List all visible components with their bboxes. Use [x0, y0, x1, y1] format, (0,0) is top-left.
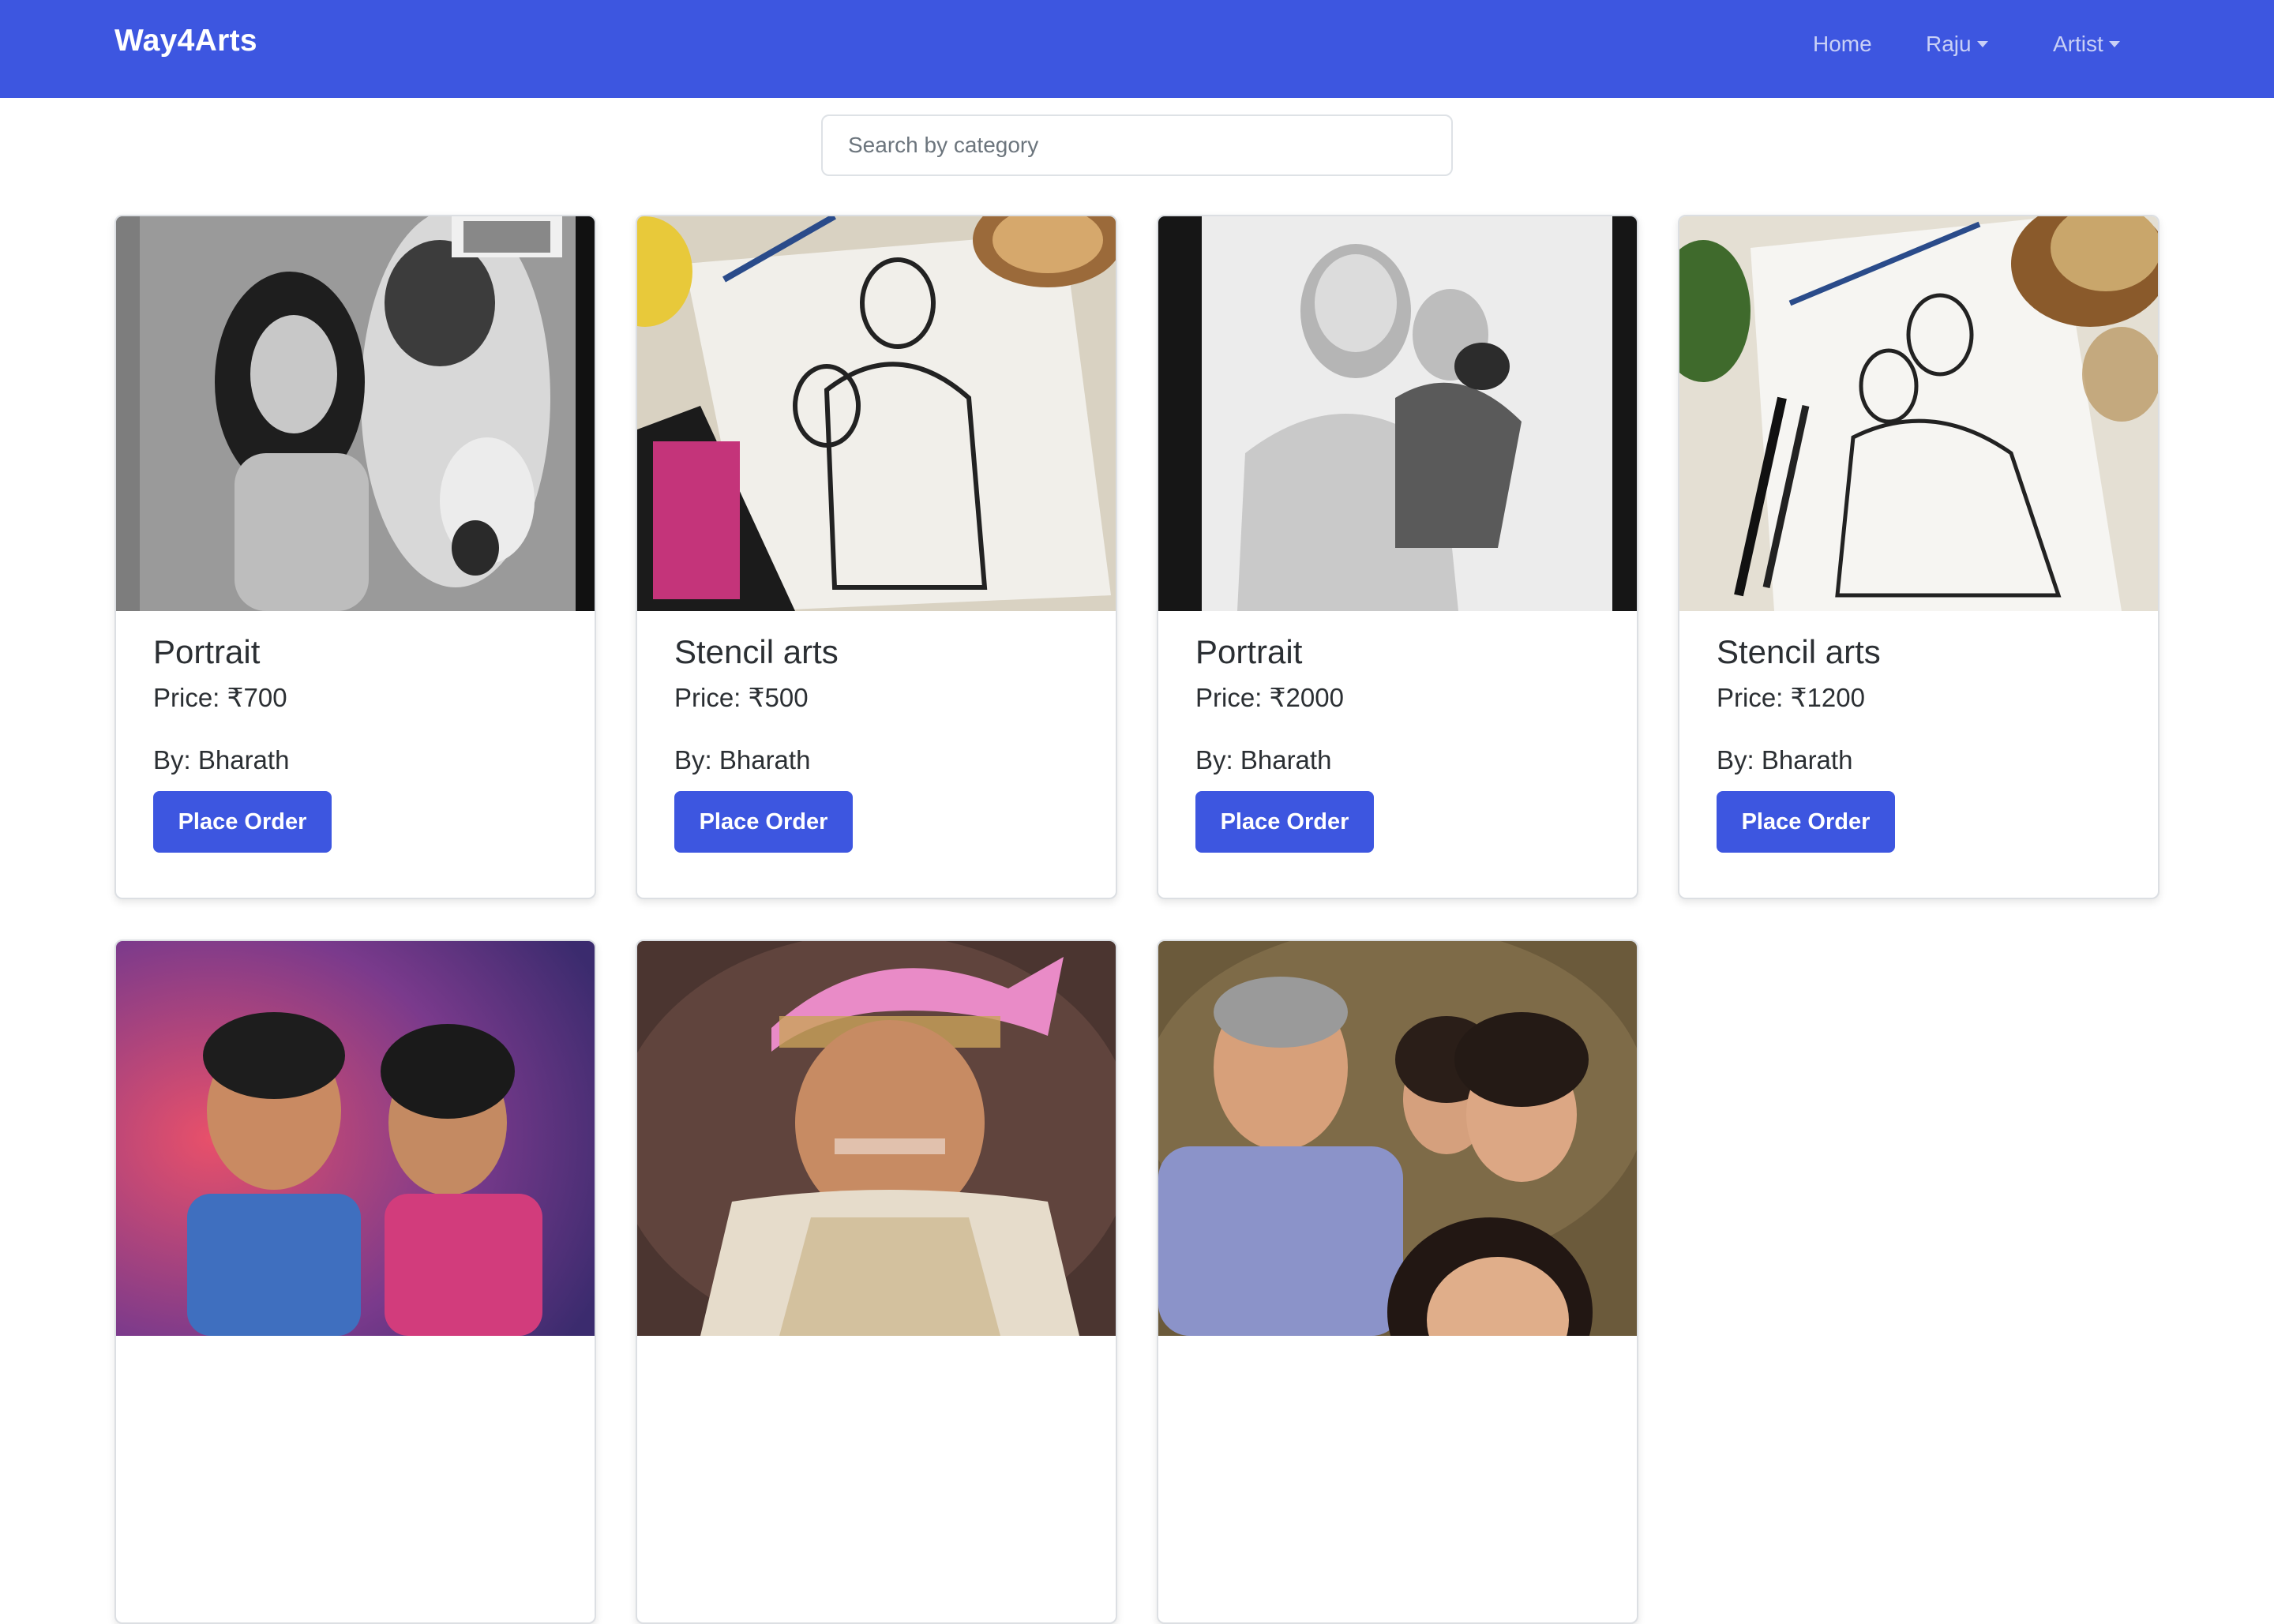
card-title: Stencil arts — [1717, 633, 1881, 670]
card-artist: By: Bharath — [674, 745, 811, 774]
artwork-card: Stencil arts Price: ₹1200 By: Bharath Pl… — [1678, 215, 2160, 899]
card-title: Portrait — [1195, 633, 1303, 670]
artwork-card: Portrait Price: ₹2000 By: Bharath Place … — [1157, 215, 1638, 899]
artwork-image[interactable] — [1679, 216, 2158, 611]
artwork-image[interactable] — [1158, 941, 1637, 1336]
card-artist: By: Bharath — [153, 745, 290, 774]
place-order-button[interactable]: Place Order — [1195, 791, 1374, 853]
card-price: Price: ₹700 — [153, 683, 287, 712]
nav-user-label: Raju — [1926, 32, 1972, 56]
artwork-card — [1157, 940, 1638, 1624]
artwork-card — [114, 940, 596, 1624]
caret-down-icon — [1976, 41, 1988, 47]
place-order-button[interactable]: Place Order — [153, 791, 332, 853]
artwork-image[interactable] — [637, 941, 1116, 1336]
artwork-card: Stencil arts Price: ₹500 By: Bharath Pla… — [636, 215, 1117, 899]
artwork-image[interactable] — [116, 216, 595, 611]
nav-artist-dropdown[interactable]: Artist — [2053, 32, 2120, 57]
place-order-button[interactable]: Place Order — [674, 791, 853, 853]
artwork-image[interactable] — [637, 216, 1116, 611]
artwork-card: Portrait Price: ₹700 By: Bharath Place O… — [114, 215, 596, 899]
nav-home-link[interactable]: Home — [1813, 32, 1872, 57]
card-title: Portrait — [153, 633, 261, 670]
card-artist: By: Bharath — [1717, 745, 1853, 774]
card-artist: By: Bharath — [1195, 745, 1332, 774]
brand-logo[interactable]: Way4Arts — [114, 24, 257, 58]
card-price: Price: ₹2000 — [1195, 683, 1344, 712]
card-price: Price: ₹500 — [674, 683, 809, 712]
category-search-input[interactable] — [821, 114, 1453, 176]
place-order-button[interactable]: Place Order — [1717, 791, 1895, 853]
artwork-image[interactable] — [116, 941, 595, 1336]
nav-home-label: Home — [1813, 32, 1872, 56]
artwork-image[interactable] — [1158, 216, 1637, 611]
nav-user-dropdown[interactable]: Raju — [1926, 32, 1988, 57]
artwork-card — [636, 940, 1117, 1624]
card-title: Stencil arts — [674, 633, 839, 670]
card-price: Price: ₹1200 — [1717, 683, 1865, 712]
nav-artist-label: Artist — [2053, 32, 2103, 56]
top-navbar: Way4Arts Home Raju Artist — [0, 0, 2274, 98]
caret-down-icon — [2108, 41, 2120, 47]
